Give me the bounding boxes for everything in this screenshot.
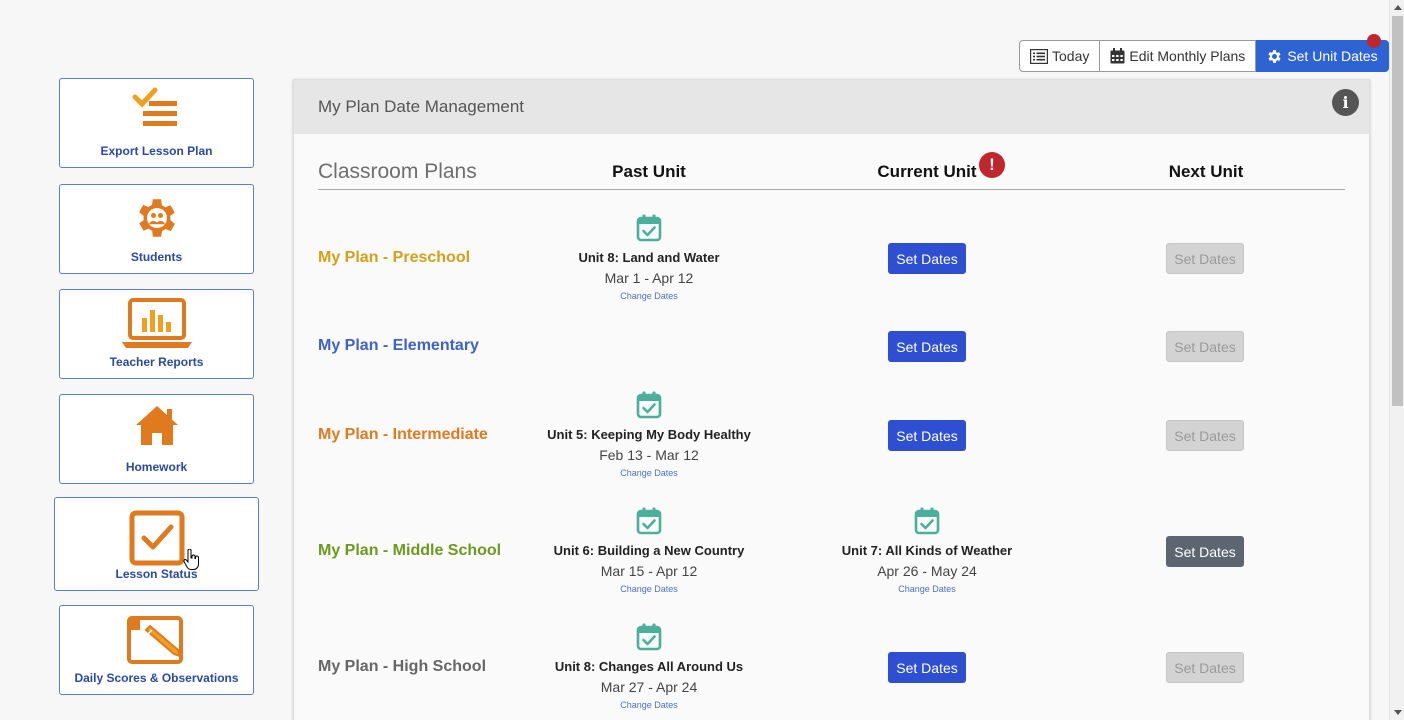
scroll-down-arrow-icon[interactable]: [1390, 705, 1404, 720]
header-next-unit: Next Unit: [1168, 162, 1244, 181]
current-set-dates-button[interactable]: Set Dates: [888, 243, 966, 274]
sidebar-item-label: Students: [130, 250, 183, 264]
notification-dot: [1366, 34, 1381, 48]
unit-dates: Mar 27 - Apr 24: [600, 679, 698, 695]
plan-name[interactable]: My Plan - Preschool: [318, 249, 470, 267]
edit-monthly-plans-label: Edit Monthly Plans: [1129, 48, 1246, 64]
change-dates-link[interactable]: Change Dates: [898, 584, 956, 594]
unit-title: Unit 7: All Kinds of Weather: [841, 543, 1013, 558]
unit-cell: Unit 6: Building a New Country Mar 15 - A…: [509, 507, 789, 594]
laptop-chart-icon: [121, 298, 192, 348]
sidebar-item-homework[interactable]: Homework: [59, 394, 254, 484]
header-divider: [318, 189, 1345, 190]
current-set-dates-button[interactable]: Set Dates: [888, 652, 966, 683]
next-set-dates-button[interactable]: Set Dates: [1166, 536, 1244, 567]
calendar-check-icon: [636, 391, 662, 424]
clipboard-pencil-icon: [126, 616, 183, 664]
edit-monthly-plans-button[interactable]: Edit Monthly Plans: [1100, 40, 1257, 72]
next-set-dates-button-disabled: Set Dates: [1166, 243, 1244, 274]
calendar-check-icon: [636, 214, 662, 247]
unit-title: Unit 6: Building a New Country: [553, 543, 745, 558]
next-set-dates-button-disabled: Set Dates: [1166, 331, 1244, 362]
calendar-check-icon: [636, 507, 662, 540]
unit-dates: Mar 15 - Apr 12: [600, 563, 698, 579]
header-classroom-plans: Classroom Plans: [318, 160, 477, 183]
gear-icon: [1268, 49, 1281, 63]
next-set-dates-button-disabled: Set Dates: [1166, 420, 1244, 451]
gear-people-icon: [138, 199, 175, 237]
today-label: Today: [1052, 48, 1090, 64]
calendar-icon: [1110, 48, 1125, 64]
current-set-dates-button[interactable]: Set Dates: [888, 420, 966, 451]
header-past-unit: Past Unit: [612, 162, 686, 181]
scroll-up-arrow-icon[interactable]: [1390, 0, 1404, 15]
panel-title: My Plan Date Management: [318, 97, 524, 116]
sidebar-item-daily-scores[interactable]: Daily Scores & Observations: [59, 605, 254, 695]
list-icon: [1030, 48, 1048, 64]
unit-dates: Feb 13 - Mar 12: [599, 447, 699, 463]
sidebar-item-label: Daily Scores & Observations: [74, 671, 239, 685]
plan-name[interactable]: My Plan - Intermediate: [318, 426, 488, 444]
sidebar-item-teacher-reports[interactable]: Teacher Reports: [59, 289, 254, 379]
unit-cell: Unit 5: Keeping My Body Healthy Feb 13 - …: [509, 391, 789, 478]
unit-cell: Unit 8: Land and Water Mar 1 - Apr 12 Chan…: [509, 214, 789, 301]
sidebar-item-export-lesson-plan[interactable]: Export Lesson Plan: [59, 78, 254, 168]
today-button[interactable]: Today: [1019, 40, 1101, 72]
calendar-check-icon: [636, 623, 662, 656]
unit-dates: Mar 1 - Apr 12: [604, 270, 694, 286]
change-dates-link[interactable]: Change Dates: [620, 468, 678, 478]
checkbox-icon: [129, 510, 184, 566]
change-dates-link[interactable]: Change Dates: [620, 291, 678, 301]
panel-header: My Plan Date Management i: [294, 80, 1369, 134]
top-toolbar: Today Edit Monthly Plans Set Unit Dates: [1019, 34, 1389, 72]
current-set-dates-button[interactable]: Set Dates: [888, 331, 966, 362]
info-icon[interactable]: i: [1332, 89, 1359, 116]
next-set-dates-button-disabled: Set Dates: [1166, 652, 1244, 683]
change-dates-link[interactable]: Change Dates: [620, 700, 678, 710]
set-unit-dates-label: Set Unit Dates: [1287, 48, 1378, 64]
house-icon: [135, 406, 178, 445]
plan-name[interactable]: My Plan - Elementary: [318, 337, 479, 355]
list-check-icon: [132, 87, 177, 126]
scroll-thumb[interactable]: [1392, 16, 1403, 406]
scrollbar[interactable]: [1389, 0, 1404, 720]
unit-cell: Unit 8: Changes All Around Us Mar 27 - Ap…: [509, 623, 789, 710]
plan-name[interactable]: My Plan - Middle School: [318, 542, 501, 560]
unit-title: Unit 5: Keeping My Body Healthy: [547, 427, 751, 442]
unit-title: Unit 8: Changes All Around Us: [554, 659, 744, 674]
plan-name[interactable]: My Plan - High School: [318, 658, 486, 676]
sidebar-item-label: Teacher Reports: [109, 355, 204, 369]
alert-icon: !: [979, 152, 1005, 178]
unit-title: Unit 8: Land and Water: [578, 250, 720, 265]
sidebar-item-lesson-status[interactable]: Lesson Status: [54, 497, 259, 591]
calendar-check-icon: [914, 507, 940, 540]
hand-cursor-icon: [183, 549, 199, 570]
change-dates-link[interactable]: Change Dates: [620, 584, 678, 594]
set-unit-dates-button[interactable]: Set Unit Dates: [1256, 34, 1389, 72]
unit-dates: Apr 26 - May 24: [877, 563, 977, 579]
sidebar-item-students[interactable]: Students: [59, 184, 254, 274]
sidebar-item-label: Homework: [125, 460, 188, 474]
sidebar-item-label: Export Lesson Plan: [100, 144, 213, 158]
unit-cell: Unit 7: All Kinds of Weather Apr 26 - May…: [787, 507, 1067, 594]
